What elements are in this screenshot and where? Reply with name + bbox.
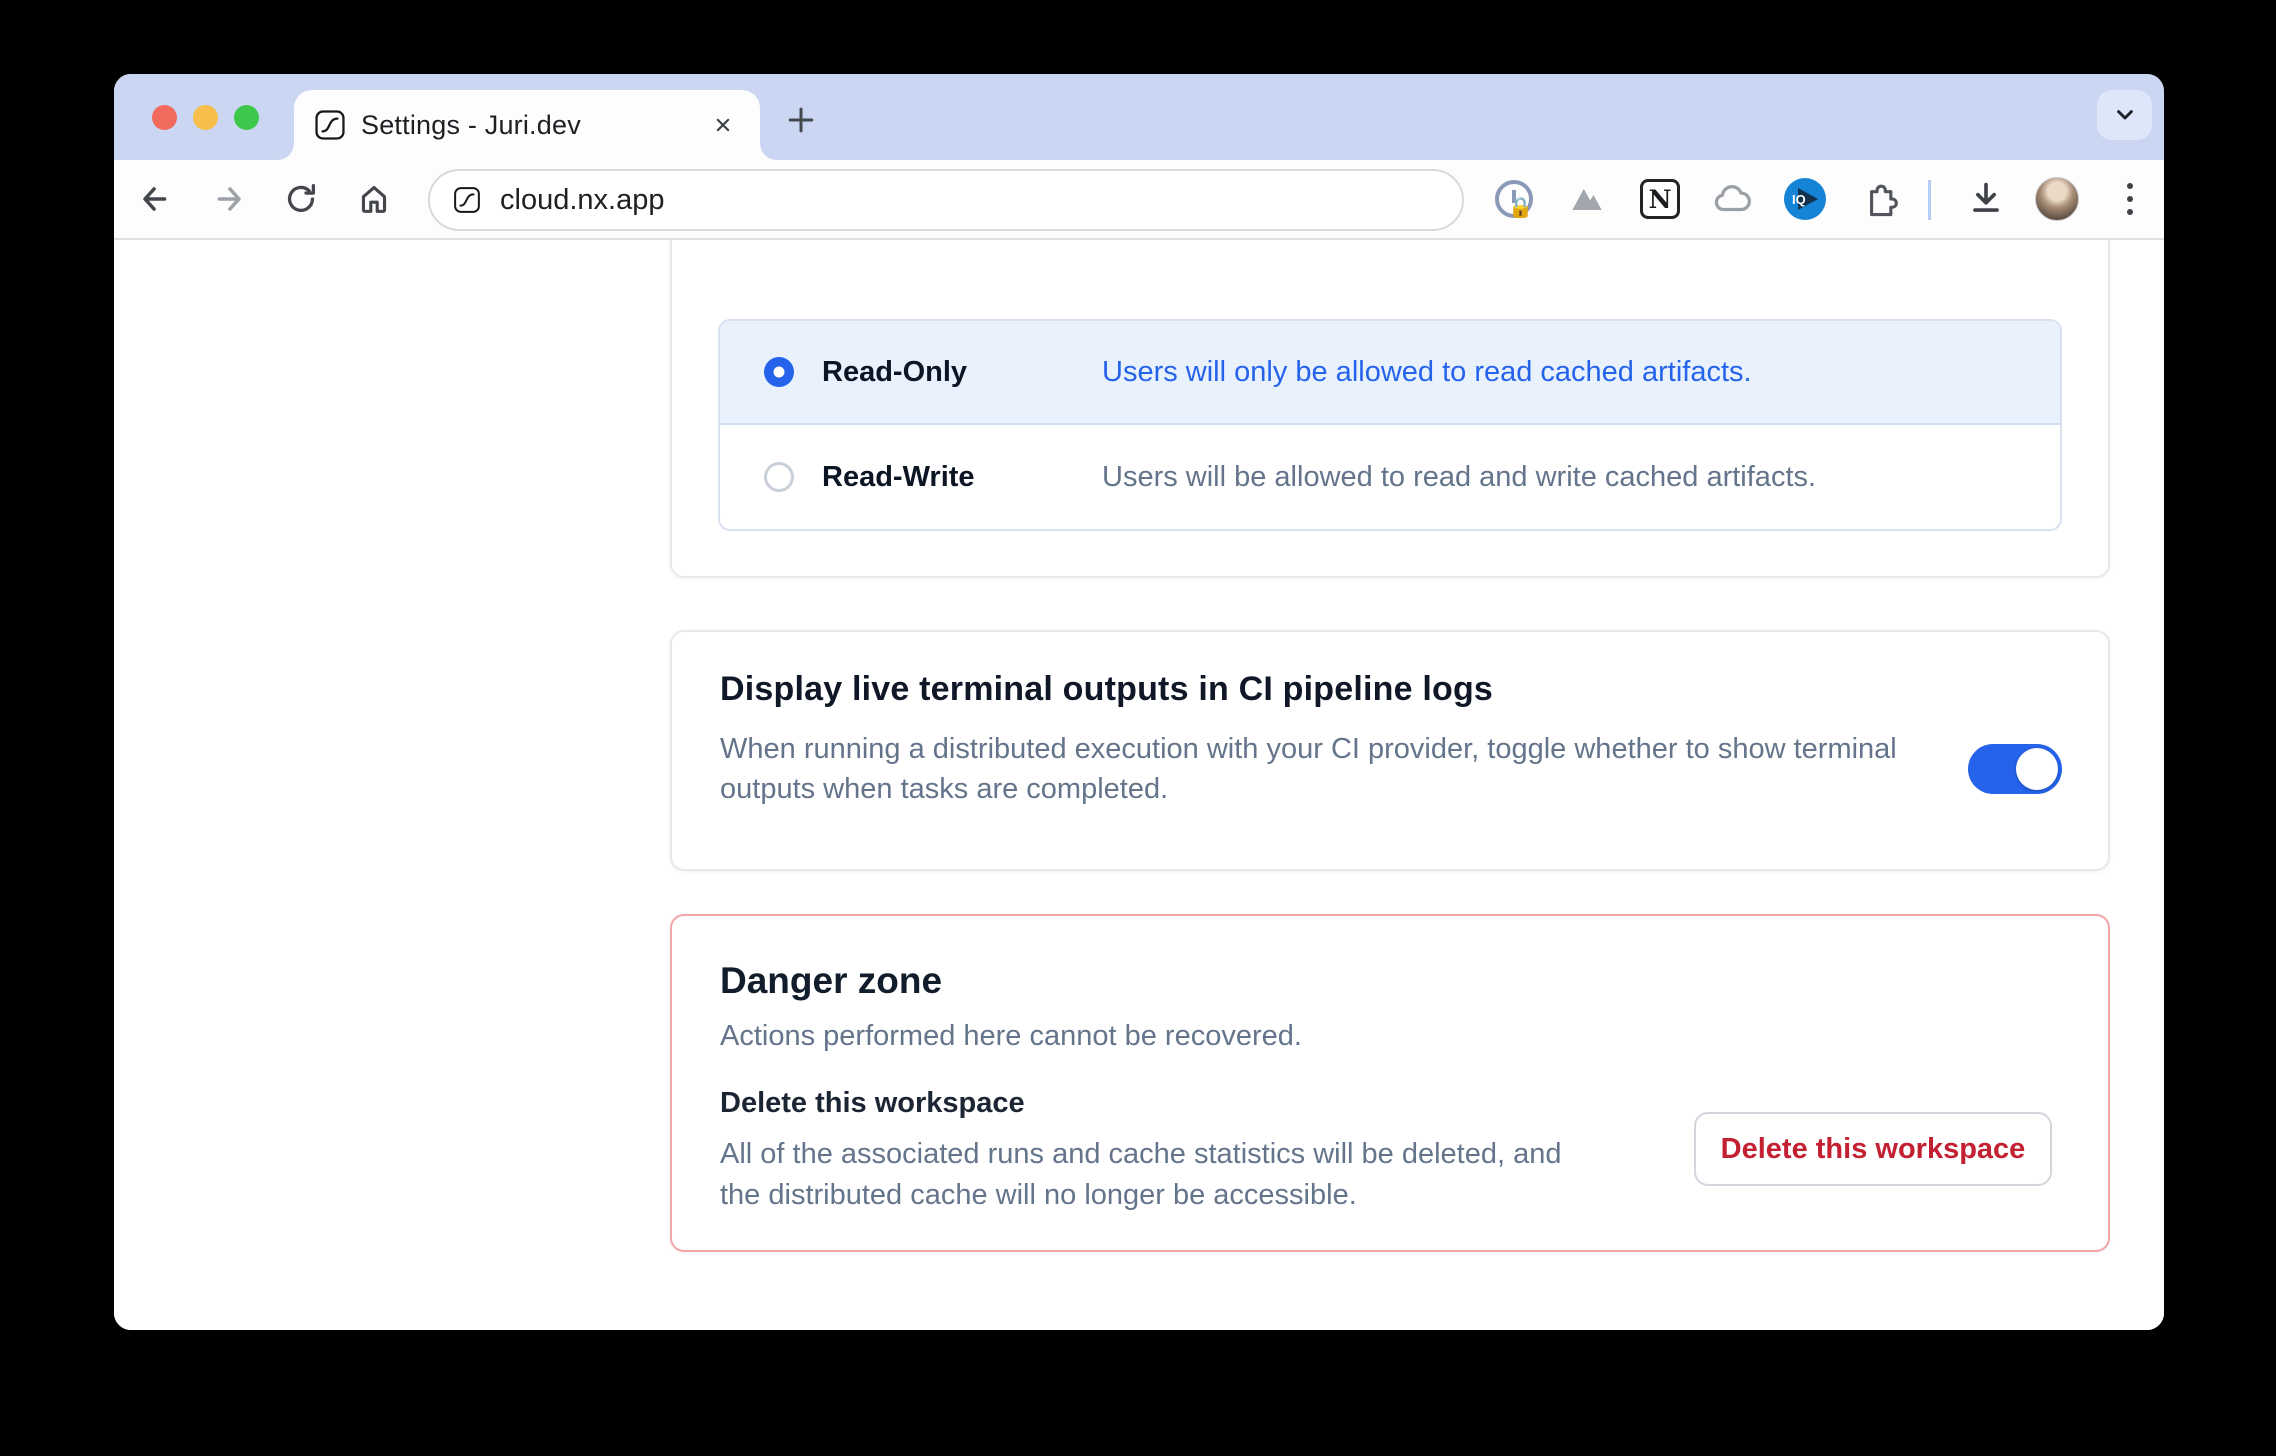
browser-window: Settings - Juri.dev xyxy=(114,74,2164,1330)
home-button[interactable] xyxy=(348,173,400,225)
minimize-window-button[interactable] xyxy=(193,105,218,130)
reload-icon xyxy=(279,177,323,221)
access-option-label: Read-Only xyxy=(822,356,1037,389)
tab-title: Settings - Juri.dev xyxy=(361,110,581,141)
cloud-extension-icon[interactable] xyxy=(1708,175,1756,223)
access-option-label: Read-Write xyxy=(822,461,1037,494)
forward-button[interactable] xyxy=(202,173,254,225)
onepassword-extension-icon[interactable]: 🔒 xyxy=(1490,175,1538,223)
tab-settings[interactable]: Settings - Juri.dev xyxy=(294,90,760,160)
browser-menu-button[interactable] xyxy=(2106,175,2154,223)
url-text: cloud.nx.app xyxy=(500,184,664,217)
home-icon xyxy=(352,177,396,221)
downloads-button[interactable] xyxy=(1962,175,2010,223)
page-content: token? Learn more. Read-Only Users will … xyxy=(114,240,2164,1330)
url-bar[interactable]: cloud.nx.app xyxy=(428,169,1464,231)
danger-zone-card: Danger zone Actions performed here canno… xyxy=(670,914,2110,1252)
terminal-outputs-card: Display live terminal outputs in CI pipe… xyxy=(670,630,2110,871)
tab-search-button[interactable] xyxy=(2097,90,2152,140)
delete-workspace-description: All of the associated runs and cache sta… xyxy=(720,1134,1600,1216)
reload-button[interactable] xyxy=(275,173,327,225)
access-option-description: Users will only be allowed to read cache… xyxy=(1102,356,1752,389)
radio-read-write[interactable] xyxy=(764,462,794,492)
access-option-description: Users will be allowed to read and write … xyxy=(1102,461,1816,494)
profile-avatar[interactable] xyxy=(2033,175,2081,223)
traffic-lights xyxy=(152,105,259,130)
tab-close-icon[interactable] xyxy=(702,104,744,146)
iq-play-extension-icon[interactable]: IQ xyxy=(1781,175,1829,223)
vpn-mountain-extension-icon[interactable] xyxy=(1563,175,1611,223)
access-option-row-1[interactable]: Read-Write Users will be allowed to read… xyxy=(720,425,2060,529)
zoom-window-button[interactable] xyxy=(234,105,259,130)
close-window-button[interactable] xyxy=(152,105,177,130)
danger-zone-title: Danger zone xyxy=(720,960,2060,1002)
nx-favicon-icon xyxy=(452,185,482,215)
extensions-puzzle-icon[interactable] xyxy=(1854,175,1902,223)
toggle-knob xyxy=(2016,748,2058,790)
nx-favicon-icon xyxy=(313,108,347,142)
terminal-card-description: When running a distributed execution wit… xyxy=(720,729,1935,809)
access-option-row-0[interactable]: Read-Only Users will only be allowed to … xyxy=(720,321,2060,425)
download-icon xyxy=(1963,176,2009,222)
terminal-card-title: Display live terminal outputs in CI pipe… xyxy=(720,670,2060,709)
kebab-icon xyxy=(2127,183,2133,215)
back-icon xyxy=(133,176,179,222)
chevron-down-icon xyxy=(2107,97,2143,133)
toolbar-separator xyxy=(1928,180,1931,220)
back-button[interactable] xyxy=(130,173,182,225)
new-tab-button[interactable] xyxy=(777,96,825,144)
access-options-group: Read-Only Users will only be allowed to … xyxy=(718,319,2062,531)
radio-read-only[interactable] xyxy=(764,357,794,387)
browser-toolbar: cloud.nx.app 🔒 N IQ xyxy=(114,160,2164,240)
delete-workspace-button[interactable]: Delete this workspace xyxy=(1694,1112,2052,1186)
forward-icon xyxy=(205,176,251,222)
terminal-toggle[interactable] xyxy=(1968,744,2062,794)
tab-strip: Settings - Juri.dev xyxy=(114,74,2164,160)
danger-zone-subtitle: Actions performed here cannot be recover… xyxy=(720,1020,2060,1053)
notion-extension-icon[interactable]: N xyxy=(1636,175,1684,223)
